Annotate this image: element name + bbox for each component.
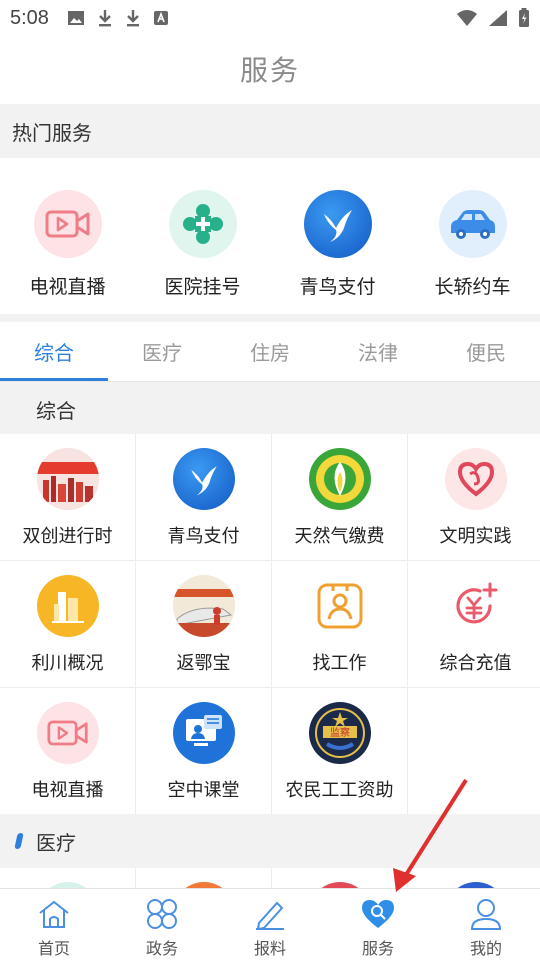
nav-service[interactable]: 服务 <box>324 889 432 960</box>
nav-mine[interactable]: 我的 <box>432 889 540 960</box>
service-innovation[interactable]: 双创进行时 <box>0 434 135 560</box>
hot-item-bluebird-pay[interactable]: 青鸟支付 <box>270 158 405 314</box>
section-medical-title: 医疗 <box>0 814 540 868</box>
service-label: 农民工工资助 <box>285 780 394 801</box>
home-icon <box>36 897 72 931</box>
service-lichuan-overview[interactable]: 利川概况 <box>0 561 135 687</box>
section-general-title: 综合 <box>0 382 540 436</box>
recharge-icon <box>444 575 507 637</box>
nav-label: 服务 <box>361 939 394 958</box>
hot-item-label: 长轿约车 <box>434 276 511 298</box>
service-label: 综合充值 <box>439 653 512 674</box>
bluebird-pay-icon <box>172 448 235 510</box>
peek-cell <box>0 868 135 888</box>
service-bluebird-pay[interactable]: 青鸟支付 <box>136 434 271 560</box>
tab-medical[interactable]: 医疗 <box>108 322 216 381</box>
battery-icon <box>519 8 529 27</box>
peek-cell <box>408 868 540 888</box>
hot-item-hospital[interactable]: 医院挂号 <box>135 158 270 314</box>
wifi-icon <box>457 10 477 26</box>
tv-live-icon <box>36 702 99 764</box>
online-class-icon <box>172 702 235 764</box>
download-icon-2 <box>126 10 139 27</box>
app-notification-icon <box>153 11 168 25</box>
service-online-class[interactable]: 空中课堂 <box>136 688 271 814</box>
status-time: 5:08 <box>10 6 49 29</box>
nav-label: 首页 <box>37 939 70 958</box>
divider <box>0 314 540 322</box>
government-icon <box>144 897 180 931</box>
hot-item-label: 青鸟支付 <box>299 276 376 298</box>
download-icon <box>98 10 111 27</box>
gas-flame-icon <box>308 448 371 510</box>
service-migrant-wage[interactable]: 监察 农民工工资助 <box>272 688 407 814</box>
hot-item-label: 电视直播 <box>29 276 106 298</box>
profile-icon <box>468 897 504 931</box>
hot-services-title: 热门服务 <box>0 104 540 158</box>
status-bar: 5:08 <box>0 0 540 36</box>
job-search-icon <box>308 575 371 637</box>
tab-law[interactable]: 法律 <box>324 322 432 381</box>
heart-icon <box>444 448 507 510</box>
service-label: 青鸟支付 <box>167 526 240 547</box>
nav-government[interactable]: 政务 <box>108 889 216 960</box>
labor-badge-icon: 监察 <box>308 702 371 764</box>
hospital-icon <box>168 190 237 258</box>
service-label: 电视直播 <box>31 780 104 801</box>
service-tv-live[interactable]: 电视直播 <box>0 688 135 814</box>
report-pen-icon <box>252 897 288 931</box>
service-return-hubei[interactable]: 返鄂宝 <box>136 561 271 687</box>
hot-services-grid: 电视直播 医院挂号 青鸟支付 长轿约车 <box>0 158 540 314</box>
section-title: 综合 <box>36 398 76 423</box>
hot-item-label: 医院挂号 <box>164 276 241 298</box>
service-label: 文明实践 <box>439 526 512 547</box>
city-building-icon <box>36 575 99 637</box>
nav-label: 政务 <box>145 939 178 958</box>
tab-housing[interactable]: 住房 <box>216 322 324 381</box>
nav-home[interactable]: 首页 <box>0 889 108 960</box>
image-notification-icon <box>67 11 84 25</box>
service-civilization[interactable]: 文明实践 <box>408 434 540 560</box>
service-label: 天然气缴费 <box>294 526 385 547</box>
nav-report[interactable]: 报料 <box>216 889 324 960</box>
section-accent-bar <box>14 833 24 849</box>
hot-item-tv-live[interactable]: 电视直播 <box>0 158 135 314</box>
service-label: 利川概况 <box>31 653 104 674</box>
tab-general[interactable]: 综合 <box>0 322 108 381</box>
service-page: 5:08 服务 热门服务 电视直播 医院挂号 青鸟支付 长轿约车 综合 医疗 住… <box>0 0 540 960</box>
innovation-banner-icon <box>36 448 99 510</box>
tv-live-icon <box>33 190 102 258</box>
peek-cell <box>136 868 271 888</box>
train-banner-icon <box>172 575 235 637</box>
nav-label: 报料 <box>253 939 286 958</box>
service-label: 空中课堂 <box>167 780 240 801</box>
service-label: 双创进行时 <box>22 526 113 547</box>
medical-services-peek <box>0 868 540 888</box>
badge-text: 监察 <box>330 726 350 739</box>
service-find-job[interactable]: 找工作 <box>272 561 407 687</box>
page-title: 服务 <box>239 54 300 87</box>
general-services-grid: 双创进行时 青鸟支付 天然气缴费 文明实践 利川概况 返鄂宝 找工作 综合充值 … <box>0 434 540 814</box>
bluebird-pay-icon <box>303 190 372 258</box>
service-heart-icon <box>360 897 396 931</box>
service-label: 找工作 <box>312 653 367 674</box>
service-gas-payment[interactable]: 天然气缴费 <box>272 434 407 560</box>
section-title: 医疗 <box>36 830 76 855</box>
car-icon <box>438 190 507 258</box>
nav-label: 我的 <box>469 939 502 958</box>
empty-cell <box>408 688 540 814</box>
category-tabs: 综合 医疗 住房 法律 便民 <box>0 322 540 382</box>
tab-convenience[interactable]: 便民 <box>432 322 540 381</box>
service-recharge[interactable]: 综合充值 <box>408 561 540 687</box>
peek-cell <box>272 868 407 888</box>
service-label: 返鄂宝 <box>176 653 231 674</box>
signal-icon <box>489 10 507 26</box>
bottom-nav: 首页 政务 报料 服务 我的 <box>0 888 540 960</box>
hot-item-car[interactable]: 长轿约车 <box>405 158 540 314</box>
